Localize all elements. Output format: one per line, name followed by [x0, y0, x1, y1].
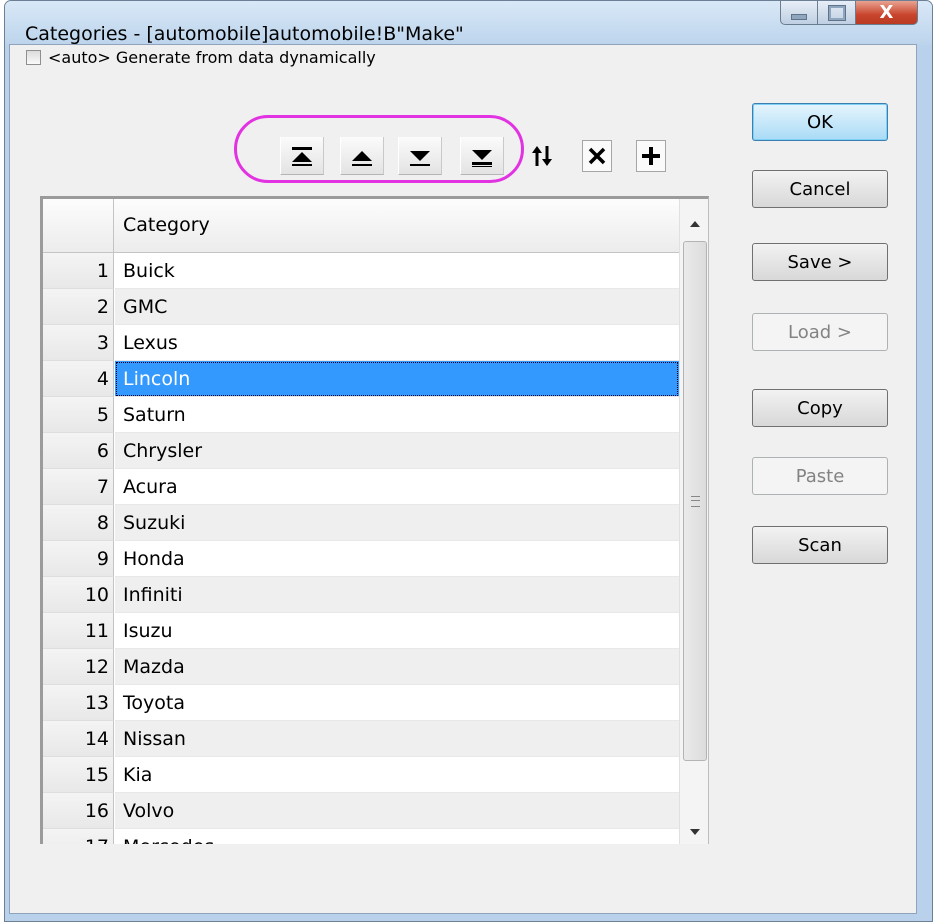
- scroll-thumb[interactable]: [683, 241, 707, 761]
- title-bar: Categories - [automobile]automobile!B"Ma…: [5, 1, 932, 45]
- category-cell[interactable]: GMC: [115, 289, 679, 325]
- category-cell[interactable]: Isuzu: [115, 613, 679, 649]
- close-icon: X: [879, 2, 894, 23]
- row-number[interactable]: 17: [43, 829, 114, 844]
- scroll-grip-icon: [690, 495, 700, 507]
- row-number[interactable]: 15: [43, 757, 114, 793]
- scroll-down-button[interactable]: [680, 817, 708, 844]
- scroll-up-button[interactable]: [680, 209, 708, 239]
- scan-button[interactable]: Scan: [752, 526, 888, 564]
- category-column-header[interactable]: Category: [123, 214, 210, 236]
- row-number[interactable]: 6: [43, 433, 114, 469]
- row-number[interactable]: 14: [43, 721, 114, 757]
- category-cell[interactable]: Chrysler: [115, 433, 679, 469]
- table-row[interactable]: 13 Toyota: [43, 685, 679, 721]
- table-row[interactable]: 3 Lexus: [43, 325, 679, 361]
- category-cell[interactable]: Acura: [115, 469, 679, 505]
- table-row[interactable]: 11 Isuzu: [43, 613, 679, 649]
- row-number[interactable]: 9: [43, 541, 114, 577]
- copy-button[interactable]: Copy: [752, 389, 888, 427]
- table-row[interactable]: 16 Volvo: [43, 793, 679, 829]
- minimize-button[interactable]: [780, 1, 818, 25]
- table-row[interactable]: 14 Nissan: [43, 721, 679, 757]
- vertical-scrollbar[interactable]: [679, 199, 708, 844]
- row-number[interactable]: 16: [43, 793, 114, 829]
- sort-button[interactable]: [527, 140, 557, 172]
- paste-button: Paste: [752, 457, 888, 495]
- minimize-icon: [791, 13, 807, 20]
- table-row[interactable]: 8 Suzuki: [43, 505, 679, 541]
- category-cell[interactable]: Honda: [115, 541, 679, 577]
- row-number[interactable]: 12: [43, 649, 114, 685]
- auto-checkbox-label[interactable]: <auto> Generate from data dynamically: [48, 48, 376, 67]
- table-row[interactable]: 9 Honda: [43, 541, 679, 577]
- category-cell[interactable]: Mazda: [115, 649, 679, 685]
- category-cell[interactable]: Nissan: [115, 721, 679, 757]
- table-row[interactable]: 17Mercedes: [43, 829, 679, 844]
- row-number[interactable]: 11: [43, 613, 114, 649]
- auto-option: <auto> Generate from data dynamically: [26, 48, 376, 67]
- category-cell[interactable]: Suzuki: [115, 505, 679, 541]
- load-button: Load >: [752, 313, 888, 351]
- table-row[interactable]: 15 Kia: [43, 757, 679, 793]
- table-row[interactable]: 12 Mazda: [43, 649, 679, 685]
- grid-corner[interactable]: [43, 199, 114, 252]
- category-cell[interactable]: Lexus: [115, 325, 679, 361]
- delete-button[interactable]: [582, 140, 612, 172]
- table-row[interactable]: 2 GMC: [43, 289, 679, 325]
- delete-icon: [588, 147, 606, 165]
- table-row[interactable]: 5 Saturn: [43, 397, 679, 433]
- save-button[interactable]: Save >: [752, 243, 888, 281]
- scroll-up-icon: [690, 221, 700, 227]
- row-number[interactable]: 13: [43, 685, 114, 721]
- cancel-button[interactable]: Cancel: [752, 170, 888, 208]
- category-cell[interactable]: Lincoln: [115, 361, 679, 397]
- table-row[interactable]: 4 Lincoln: [43, 361, 679, 397]
- row-number[interactable]: 5: [43, 397, 114, 433]
- category-cell[interactable]: Buick: [115, 253, 679, 289]
- window-title: Categories - [automobile]automobile!B"Ma…: [25, 23, 464, 45]
- row-number[interactable]: 4: [43, 361, 114, 397]
- row-number[interactable]: 1: [43, 253, 114, 289]
- window-controls: X: [780, 1, 918, 27]
- close-button[interactable]: X: [856, 1, 918, 25]
- maximize-icon: [827, 4, 846, 21]
- category-cell[interactable]: Infiniti: [115, 577, 679, 613]
- row-number[interactable]: 8: [43, 505, 114, 541]
- table-row[interactable]: 6 Chrysler: [43, 433, 679, 469]
- category-cell[interactable]: Mercedes: [115, 829, 679, 844]
- category-grid: Category 1 Buick 2 GMC 3 Lexus 4 Lincoln 5 Saturn…: [40, 196, 709, 844]
- scroll-down-icon: [690, 829, 700, 835]
- maximize-button[interactable]: [818, 1, 856, 25]
- category-cell[interactable]: Volvo: [115, 793, 679, 829]
- row-number[interactable]: 7: [43, 469, 114, 505]
- category-cell[interactable]: Toyota: [115, 685, 679, 721]
- add-button[interactable]: [636, 140, 666, 172]
- row-number[interactable]: 2: [43, 289, 114, 325]
- move-buttons-highlight: [234, 115, 524, 183]
- row-number[interactable]: 3: [43, 325, 114, 361]
- table-row[interactable]: 10 Infiniti: [43, 577, 679, 613]
- ok-button[interactable]: OK: [752, 103, 888, 141]
- grid-rows: 1 Buick 2 GMC 3 Lexus 4 Lincoln 5 Saturn 6 Chrysler…: [43, 253, 679, 844]
- add-icon: [642, 147, 660, 165]
- sort-icon: [532, 146, 552, 166]
- row-number[interactable]: 10: [43, 577, 114, 613]
- category-cell[interactable]: Kia: [115, 757, 679, 793]
- auto-checkbox[interactable]: [26, 50, 41, 65]
- category-cell[interactable]: Saturn: [115, 397, 679, 433]
- grid-header: Category: [43, 199, 679, 253]
- table-row[interactable]: 1 Buick: [43, 253, 679, 289]
- table-row[interactable]: 7 Acura: [43, 469, 679, 505]
